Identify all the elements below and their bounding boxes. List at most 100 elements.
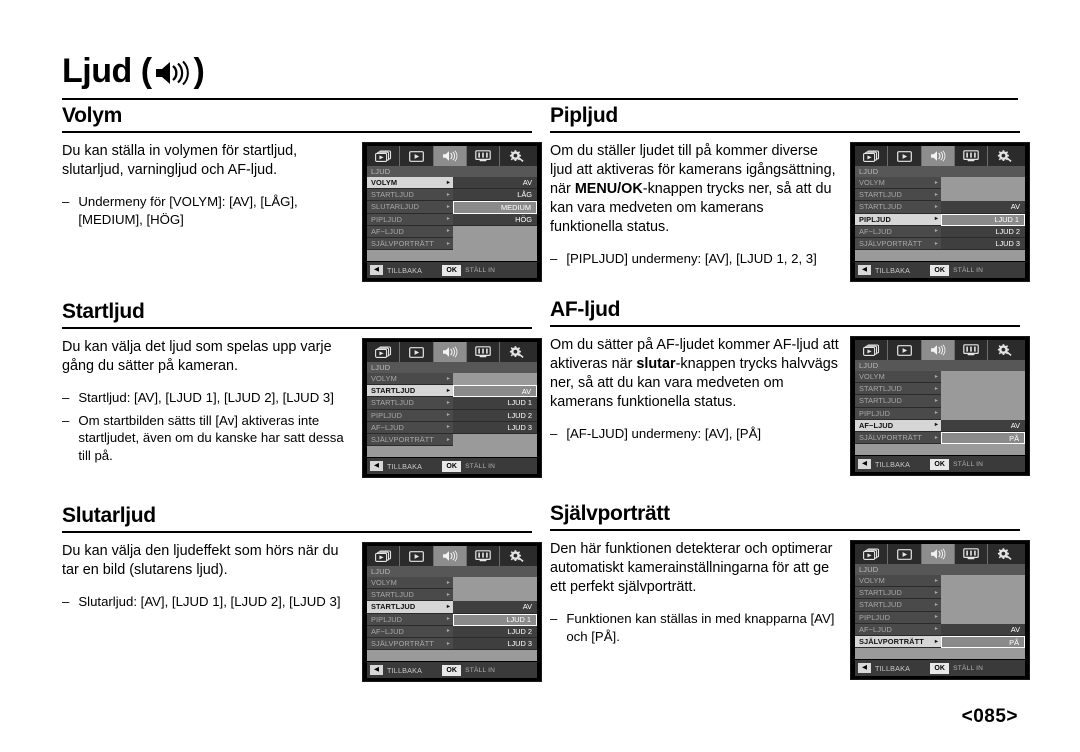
menu-row[interactable]: STARTLJUD ▸ AV — [855, 201, 1025, 214]
tab-settings-gear-icon[interactable] — [500, 342, 533, 362]
menu-row[interactable]: SJÄLVPORTRÄTT ▸ LJUD 3 — [855, 237, 1025, 251]
menu-row[interactable]: PIPLJUD ▸ LJUD 1 — [367, 613, 537, 626]
menu-row-value[interactable] — [941, 575, 1025, 588]
menu-row-value[interactable]: AV — [453, 177, 537, 190]
menu-row-value[interactable]: AV — [453, 601, 537, 614]
menu-row-value[interactable] — [453, 237, 537, 251]
menu-row-value[interactable]: AV — [453, 385, 537, 398]
menu-row-value[interactable] — [453, 373, 537, 386]
menu-row[interactable]: PIPLJUD ▸ LJUD 2 — [367, 409, 537, 422]
tab-sound-icon[interactable] — [433, 546, 467, 566]
menu-row-value[interactable]: LJUD 3 — [941, 237, 1025, 251]
menu-row[interactable]: PIPLJUD ▸ HÖG — [367, 213, 537, 226]
menu-row[interactable]: STARTLJUD ▸ LJUD 1 — [367, 397, 537, 410]
menu-row[interactable]: VOLYM ▸ — [855, 371, 1025, 384]
menu-row[interactable]: VOLYM ▸ — [367, 577, 537, 590]
tab-sound-icon[interactable] — [433, 342, 467, 362]
menu-row-value[interactable] — [453, 225, 537, 238]
menu-row[interactable]: SJÄLVPORTRÄTT ▸ LJUD 3 — [367, 637, 537, 651]
tab-camera-mode-icon[interactable] — [367, 342, 401, 362]
back-arrow-icon[interactable]: ◀ — [370, 665, 383, 675]
ok-button[interactable]: OK — [442, 460, 462, 472]
menu-row-value[interactable] — [453, 589, 537, 602]
menu-row[interactable]: SJÄLVPORTRÄTT ▸ PÅ — [855, 635, 1025, 649]
menu-row-value[interactable]: LJUD 3 — [453, 637, 537, 651]
menu-row[interactable]: STARTLJUD ▸ — [367, 589, 537, 602]
menu-row-value[interactable]: PÅ — [941, 431, 1025, 445]
ok-button[interactable]: OK — [930, 662, 950, 674]
tab-camera-mode-icon[interactable] — [855, 146, 889, 166]
tab-sound-icon[interactable] — [921, 544, 955, 564]
ok-button[interactable]: OK — [930, 458, 950, 470]
tab-display-icon[interactable] — [467, 146, 501, 166]
menu-row[interactable]: AF−LJUD ▸ LJUD 2 — [855, 225, 1025, 238]
menu-row-value[interactable]: LJUD 1 — [941, 213, 1025, 226]
tab-display-icon[interactable] — [955, 146, 989, 166]
menu-row-value[interactable]: LJUD 1 — [453, 397, 537, 410]
back-arrow-icon[interactable]: ◀ — [858, 265, 871, 275]
menu-row[interactable]: STARTLJUD ▸ AV — [367, 385, 537, 398]
menu-row-value[interactable]: LÅG — [453, 189, 537, 202]
back-arrow-icon[interactable]: ◀ — [370, 265, 383, 275]
menu-row[interactable]: SJÄLVPORTRÄTT ▸ PÅ — [855, 431, 1025, 445]
menu-row[interactable]: PIPLJUD ▸ — [855, 611, 1025, 624]
menu-row[interactable]: SJÄLVPORTRÄTT ▸ — [367, 433, 537, 447]
menu-row-value[interactable]: LJUD 2 — [453, 409, 537, 422]
tab-settings-gear-icon[interactable] — [988, 340, 1021, 360]
tab-settings-gear-icon[interactable] — [500, 546, 533, 566]
back-arrow-icon[interactable]: ◀ — [858, 663, 871, 673]
tab-sound-icon[interactable] — [921, 340, 955, 360]
tab-display-icon[interactable] — [467, 546, 501, 566]
menu-row[interactable]: SLUTARLJUD ▸ MEDIUM — [367, 201, 537, 214]
back-arrow-icon[interactable]: ◀ — [858, 459, 871, 469]
menu-row-value[interactable]: LJUD 2 — [453, 625, 537, 638]
menu-row-value[interactable] — [453, 577, 537, 590]
tab-playback-icon[interactable] — [888, 340, 922, 360]
menu-row[interactable]: STARTLJUD ▸ — [855, 395, 1025, 408]
menu-row[interactable]: STARTLJUD ▸ — [855, 587, 1025, 600]
tab-settings-gear-icon[interactable] — [988, 146, 1021, 166]
tab-camera-mode-icon[interactable] — [855, 544, 889, 564]
menu-row-value[interactable] — [941, 587, 1025, 600]
menu-row-value[interactable] — [941, 611, 1025, 624]
menu-row-value[interactable]: AV — [941, 419, 1025, 432]
menu-row[interactable]: PIPLJUD ▸ — [855, 407, 1025, 420]
menu-row[interactable]: SJÄLVPORTRÄTT ▸ — [367, 237, 537, 251]
tab-settings-gear-icon[interactable] — [988, 544, 1021, 564]
menu-row[interactable]: VOLYM ▸ — [855, 575, 1025, 588]
tab-sound-icon[interactable] — [433, 146, 467, 166]
menu-row-value[interactable] — [941, 383, 1025, 396]
tab-display-icon[interactable] — [955, 544, 989, 564]
menu-row[interactable]: AF−LJUD ▸ LJUD 3 — [367, 421, 537, 434]
tab-camera-mode-icon[interactable] — [367, 546, 401, 566]
ok-button[interactable]: OK — [442, 264, 462, 276]
menu-row[interactable]: AF−LJUD ▸ AV — [855, 419, 1025, 432]
menu-row[interactable]: PIPLJUD ▸ LJUD 1 — [855, 213, 1025, 226]
tab-camera-mode-icon[interactable] — [367, 146, 401, 166]
menu-row[interactable]: AF−LJUD ▸ — [367, 225, 537, 238]
tab-display-icon[interactable] — [955, 340, 989, 360]
menu-row-value[interactable] — [941, 371, 1025, 384]
menu-row-value[interactable] — [941, 189, 1025, 202]
menu-row-value[interactable]: LJUD 1 — [453, 613, 537, 626]
tab-playback-icon[interactable] — [888, 544, 922, 564]
tab-playback-icon[interactable] — [400, 146, 434, 166]
back-arrow-icon[interactable]: ◀ — [370, 461, 383, 471]
tab-settings-gear-icon[interactable] — [500, 146, 533, 166]
menu-row[interactable]: STARTLJUD ▸ — [855, 599, 1025, 612]
menu-row[interactable]: STARTLJUD ▸ LÅG — [367, 189, 537, 202]
tab-playback-icon[interactable] — [400, 546, 434, 566]
ok-button[interactable]: OK — [442, 664, 462, 676]
menu-row-value[interactable]: HÖG — [453, 213, 537, 226]
menu-row[interactable]: VOLYM ▸ — [855, 177, 1025, 190]
tab-sound-icon[interactable] — [921, 146, 955, 166]
menu-row-value[interactable] — [453, 433, 537, 447]
menu-row[interactable]: AF−LJUD ▸ AV — [855, 623, 1025, 636]
tab-camera-mode-icon[interactable] — [855, 340, 889, 360]
menu-row[interactable]: STARTLJUD ▸ AV — [367, 601, 537, 614]
menu-row[interactable]: STARTLJUD ▸ — [855, 383, 1025, 396]
menu-row-value[interactable] — [941, 177, 1025, 190]
menu-row-value[interactable]: PÅ — [941, 635, 1025, 649]
tab-playback-icon[interactable] — [400, 342, 434, 362]
ok-button[interactable]: OK — [930, 264, 950, 276]
